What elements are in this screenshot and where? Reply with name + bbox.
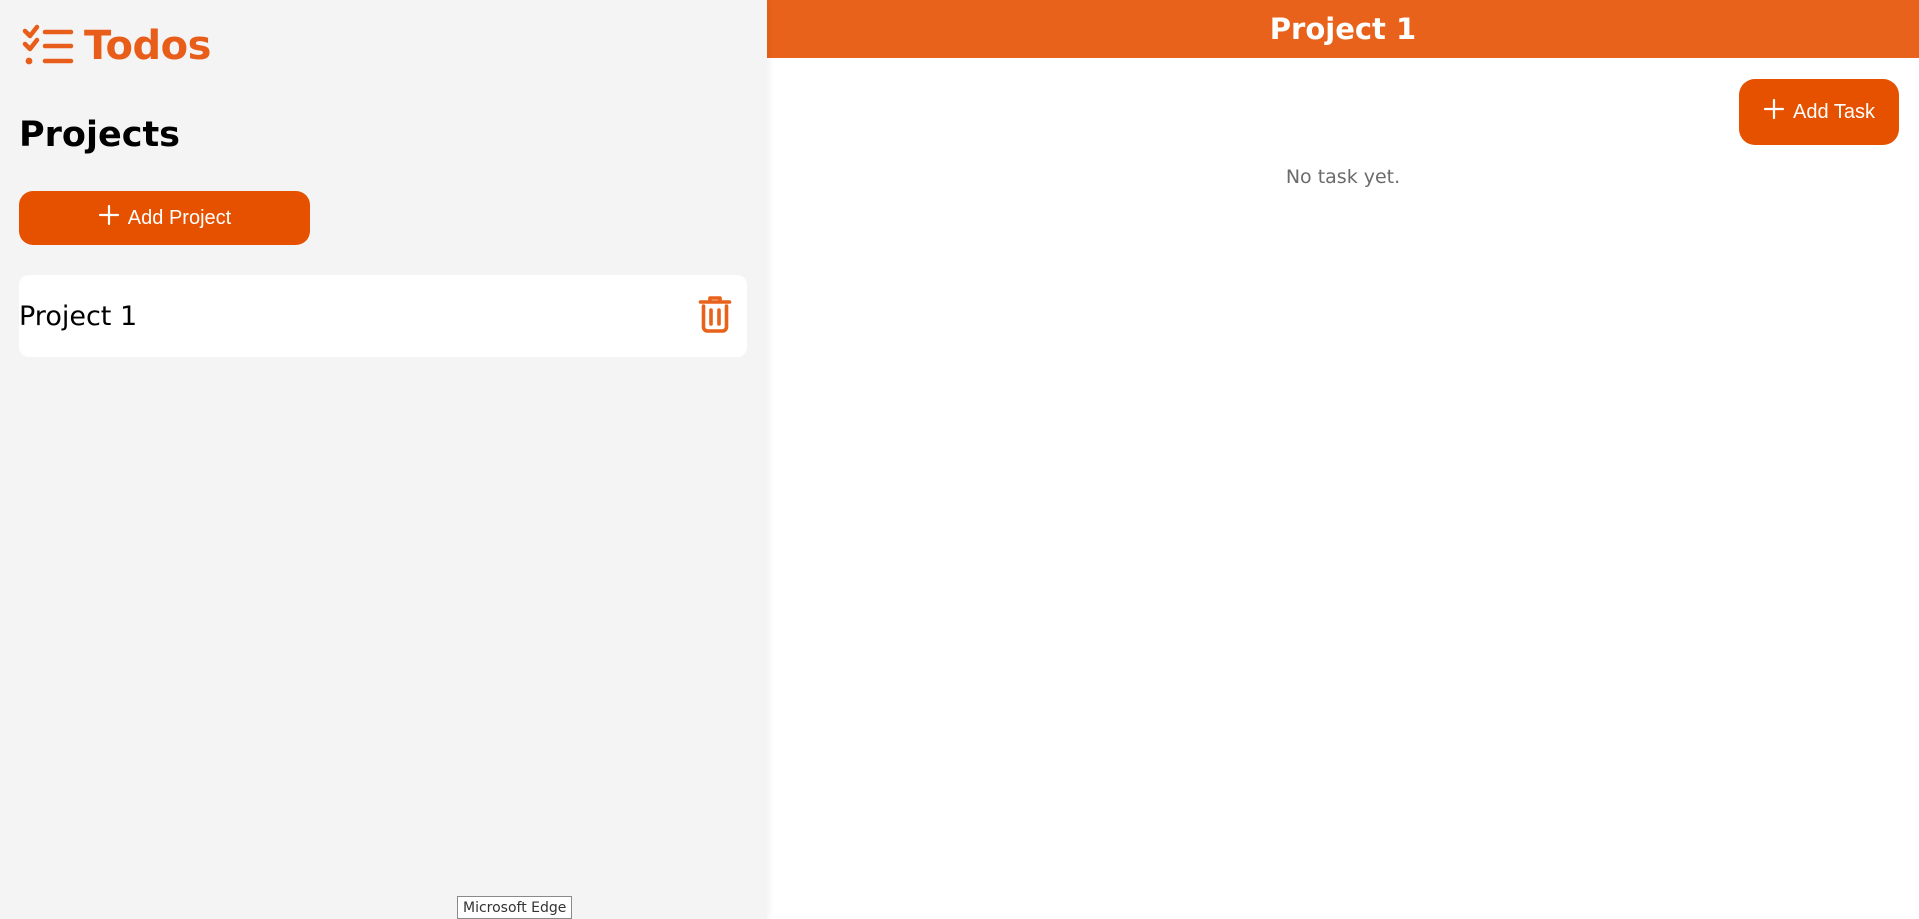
projects-heading: Projects <box>19 115 181 155</box>
tooltip: Microsoft Edge <box>457 896 573 919</box>
add-task-label: Add Task <box>1793 100 1875 123</box>
project-name: Project 1 <box>19 300 138 332</box>
empty-tasks-message: No task yet. <box>1285 166 1401 188</box>
add-task-button[interactable]: Add Task <box>1739 79 1899 145</box>
app-root: Todos Projects Add Project Project 1 Mic… <box>0 0 1919 919</box>
delete-project-button[interactable] <box>695 294 735 338</box>
trash-icon <box>698 295 732 337</box>
project-list-item[interactable]: Project 1 <box>19 275 747 357</box>
plus-icon <box>98 204 120 232</box>
add-project-label: Add Project <box>127 206 232 229</box>
app-title: Todos <box>84 23 211 69</box>
plus-icon <box>1763 98 1785 126</box>
app-logo: Todos <box>22 24 211 68</box>
project-title: Project 1 <box>1269 11 1417 46</box>
main-panel: Project 1 Add Task No task yet. <box>767 0 1919 919</box>
add-project-button[interactable]: Add Project <box>19 191 310 245</box>
sidebar: Todos Projects Add Project Project 1 Mic… <box>0 0 767 919</box>
project-header: Project 1 <box>767 0 1919 58</box>
checklist-icon <box>22 24 74 68</box>
